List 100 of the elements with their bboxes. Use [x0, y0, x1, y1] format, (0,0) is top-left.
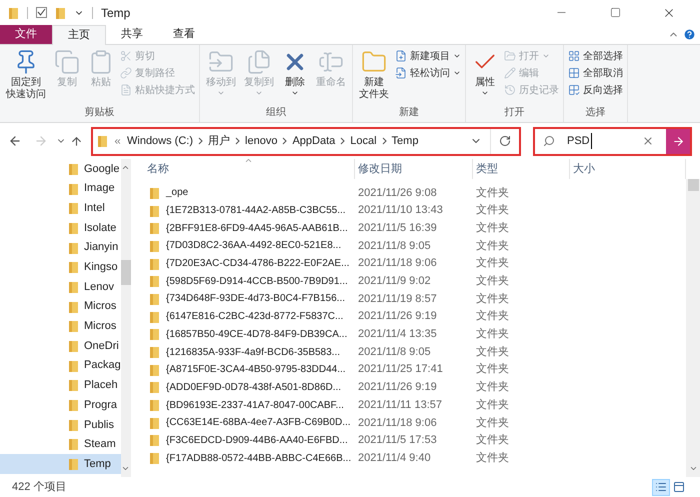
file-name[interactable]: {F17ADB88-0572-44BB-ABBC-C4E66B... — [166, 450, 352, 466]
select-all-icon — [568, 50, 580, 62]
nav-item[interactable]: Kingso — [0, 257, 121, 278]
file-name[interactable]: {734D648F-93DE-4d73-B0C4-F7B156... — [166, 291, 345, 306]
ribbon-button[interactable]: 固定到 快速访问 — [4, 49, 48, 101]
nav-item[interactable]: Micros — [0, 316, 121, 336]
window-title: Temp — [101, 4, 130, 22]
type-cell-text: 文件夹 — [475, 398, 510, 413]
overflow-chevron-icon[interactable] — [113, 136, 122, 146]
file-name[interactable]: {16857B50-49CE-4D78-84F9-DB39CA... — [166, 326, 348, 342]
breadcrumb[interactable]: AppData — [292, 132, 336, 150]
file-name[interactable]: {1216835A-933F-4a9f-BCD6-35B583... — [166, 344, 340, 360]
nav-item[interactable]: Steam — [0, 434, 121, 454]
nav-item[interactable]: Micros — [0, 296, 121, 316]
nav-item[interactable]: OneDri — [0, 336, 121, 356]
folder-icon — [68, 222, 79, 234]
ribbon-button[interactable]: 反向选择 — [568, 83, 623, 97]
ribbon-button[interactable]: 属性 — [470, 49, 500, 97]
nav-item[interactable]: Intel — [0, 198, 121, 218]
ribbon-tab[interactable]: 主页 — [52, 25, 106, 45]
chevron-right-icon[interactable] — [382, 137, 387, 145]
scrollbar-thumb[interactable] — [120, 260, 131, 285]
file-name[interactable]: {2BFF91E8-6FD9-4A45-96A5-AAB61B... — [166, 220, 348, 236]
ribbon-button[interactable]: 轻松访问 — [395, 66, 461, 80]
file-name[interactable]: {1E72B313-0781-44A2-A85B-C3BC55... — [166, 203, 346, 218]
chevron-right-icon[interactable] — [198, 137, 204, 145]
up-icon[interactable] — [70, 134, 83, 148]
new-item-icon — [395, 50, 407, 62]
details-view-button[interactable] — [652, 478, 670, 496]
file-name[interactable]: {598D5F69-D914-4CCB-B500-7B9D91... — [166, 274, 348, 289]
breadcrumb[interactable]: Temp — [392, 132, 418, 150]
nav-item[interactable]: Image — [0, 178, 121, 198]
file-name[interactable]: {7D20E3AC-CD34-4786-B222-E0F2AE... — [166, 256, 350, 272]
type-cell-text: 文件夹 — [475, 308, 510, 324]
chevron-right-icon[interactable] — [235, 137, 240, 145]
file-name[interactable]: {ADD0EF9D-0D78-438f-A501-8D86D... — [166, 380, 342, 395]
ribbon-tab[interactable]: 查看 — [158, 25, 210, 44]
column-header[interactable]: 名称 — [129, 159, 355, 179]
folder-icon — [68, 340, 79, 352]
file-tab[interactable]: 文件 — [0, 25, 52, 44]
file-name[interactable]: {A8715F0E-3CA4-4B50-9795-83DD44... — [166, 362, 346, 378]
breadcrumb[interactable]: Windows (C:) — [127, 132, 194, 150]
scrollbar[interactable] — [120, 159, 131, 477]
column-header[interactable]: 类型 — [473, 159, 570, 179]
date-cell-text: 2021/11/25 17:41 — [357, 362, 444, 378]
help-icon[interactable] — [683, 28, 696, 41]
search-field[interactable]: PSD — [533, 126, 692, 156]
folder-icon — [149, 399, 160, 412]
folder-icon — [149, 240, 160, 252]
refresh-icon[interactable] — [499, 135, 511, 147]
scroll-down-icon[interactable] — [121, 464, 130, 473]
breadcrumb[interactable]: 用户 — [208, 132, 230, 150]
nav-item[interactable]: Isolate — [0, 218, 121, 238]
clear-icon[interactable] — [642, 135, 654, 147]
column-header[interactable]: 大小 — [570, 159, 686, 179]
folder-icon — [149, 275, 160, 288]
nav-item[interactable]: Publis — [0, 414, 121, 435]
breadcrumb[interactable]: lenovo — [245, 132, 278, 150]
scrollbar-thumb[interactable] — [688, 179, 698, 191]
folder-icon — [149, 364, 160, 376]
nav-item[interactable]: Temp — [0, 454, 121, 474]
search-button[interactable] — [666, 128, 690, 154]
chevron-right-icon[interactable] — [340, 137, 346, 145]
file-name[interactable]: {BD96193E-2337-41A7-8047-00CABF... — [166, 398, 344, 413]
caret-icon — [255, 89, 263, 97]
ribbon-button[interactable]: 全部选择 — [568, 49, 623, 63]
column-header[interactable]: 修改日期 — [355, 159, 473, 179]
date-cell-text: 2021/11/26 9:08 — [357, 186, 438, 201]
file-name[interactable]: {7D03D8C2-36AA-4492-8EC0-521E8... — [166, 238, 342, 254]
ribbon-button[interactable]: 新建 文件夹 — [357, 49, 391, 101]
ribbon-button[interactable]: 新建项目 — [395, 49, 461, 63]
type-cell-text: 文件夹 — [475, 274, 510, 290]
folder-icon — [149, 346, 160, 358]
scrollbar[interactable] — [686, 179, 700, 477]
date-cell-text: 2021/11/5 16:39 — [357, 220, 438, 236]
back-icon[interactable] — [8, 134, 22, 148]
chevron-right-icon[interactable] — [282, 137, 288, 145]
date-cell-text: 2021/11/10 13:43 — [357, 203, 444, 218]
checkbox-icon[interactable] — [36, 7, 47, 18]
caret-icon — [453, 52, 461, 60]
file-name[interactable]: _ope — [166, 185, 188, 200]
path-icon — [120, 67, 132, 79]
file-name[interactable]: {6147E816-C2BC-423d-8772-F5837C... — [166, 309, 344, 324]
file-name[interactable]: {CC63E14E-68BA-4ee7-A3FB-C69B0D... — [166, 415, 351, 430]
file-name[interactable]: {F3C6EDCD-D909-44B6-AA40-E6FBD... — [166, 432, 348, 448]
nav-item[interactable]: Packag — [0, 356, 121, 376]
ribbon-button[interactable]: 全部取消 — [568, 66, 623, 80]
select-none-icon — [568, 67, 580, 79]
scroll-down-icon[interactable] — [688, 464, 698, 473]
nav-item[interactable]: Progra — [0, 395, 121, 415]
ribbon-button[interactable]: 删除 — [280, 49, 310, 97]
nav-item[interactable]: Lenov — [0, 277, 121, 297]
nav-item[interactable]: Placeh — [0, 376, 121, 396]
nav-item[interactable]: Google — [0, 159, 121, 179]
caret-icon — [453, 69, 461, 77]
breadcrumb[interactable]: Local — [350, 132, 377, 150]
scroll-up-icon[interactable] — [121, 163, 130, 172]
ribbon-tab[interactable]: 共享 — [106, 25, 158, 44]
nav-item[interactable]: Jianyin — [0, 238, 121, 258]
address-bar[interactable]: Windows (C:) 用户 lenovo AppData Local Temp — [91, 126, 521, 156]
